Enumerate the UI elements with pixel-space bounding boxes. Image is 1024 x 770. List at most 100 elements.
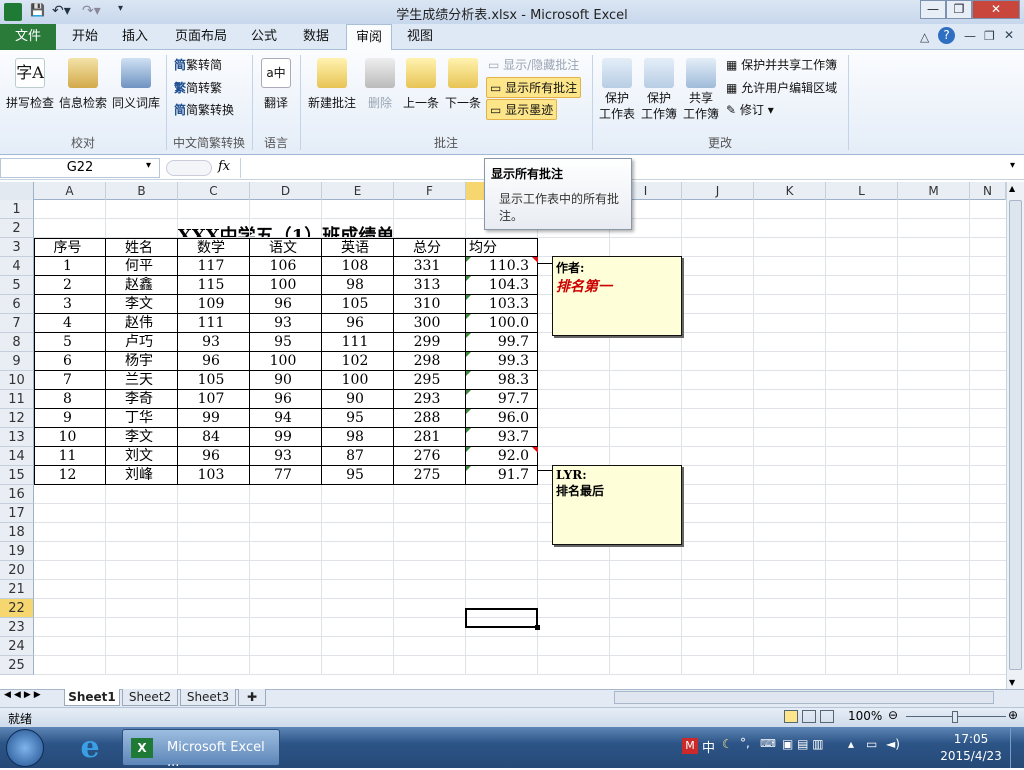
column-header-c[interactable]: C	[178, 182, 250, 200]
table-cell[interactable]: 108	[322, 257, 394, 276]
table-cell[interactable]: 卢巧	[106, 333, 178, 352]
table-cell[interactable]: 93	[250, 314, 322, 333]
table-cell[interactable]: 293	[394, 390, 466, 409]
table-header-cell[interactable]: 姓名	[106, 238, 178, 257]
tab-data[interactable]: 数据	[296, 24, 336, 50]
table-cell[interactable]: 115	[178, 276, 250, 295]
row-header-4[interactable]: 4	[0, 257, 34, 276]
table-cell[interactable]: 98.3	[466, 371, 538, 390]
zoom-level[interactable]: 100%	[848, 709, 882, 723]
doc-minimize-icon[interactable]: —	[964, 29, 976, 43]
table-cell[interactable]: 99	[178, 409, 250, 428]
column-header-j[interactable]: J	[682, 182, 754, 200]
table-cell[interactable]: 298	[394, 352, 466, 371]
table-cell[interactable]: 93	[250, 447, 322, 466]
keyboard-icon[interactable]: ⌨	[760, 737, 776, 750]
tab-view[interactable]: 视图	[400, 24, 440, 50]
table-cell[interactable]: 10	[34, 428, 106, 447]
table-cell[interactable]: 313	[394, 276, 466, 295]
row-header-18[interactable]: 18	[0, 523, 34, 542]
taskbar-excel-button[interactable]: X Microsoft Excel ...	[122, 729, 280, 770]
table-cell[interactable]: 95	[322, 466, 394, 485]
row-header-23[interactable]: 23	[0, 618, 34, 637]
table-cell[interactable]: 281	[394, 428, 466, 447]
table-header-cell[interactable]: 数学	[178, 238, 250, 257]
table-cell[interactable]: 7	[34, 371, 106, 390]
row-header-25[interactable]: 25	[0, 656, 34, 675]
tab-review[interactable]: 审阅	[346, 24, 392, 51]
normal-view-icon[interactable]	[784, 710, 798, 723]
select-all-button[interactable]	[0, 182, 34, 200]
table-cell[interactable]: 100	[322, 371, 394, 390]
row-header-10[interactable]: 10	[0, 371, 34, 390]
column-header-a[interactable]: A	[34, 182, 106, 200]
table-cell[interactable]: 1	[34, 257, 106, 276]
column-header-n[interactable]: N	[970, 182, 1006, 200]
network-icon[interactable]: ▭	[866, 737, 877, 751]
table-cell[interactable]: 4	[34, 314, 106, 333]
table-cell[interactable]: 104.3	[466, 276, 538, 295]
save-icon[interactable]: 💾	[30, 3, 45, 21]
row-header-6[interactable]: 6	[0, 295, 34, 314]
tab-insert[interactable]: 插入	[112, 24, 158, 50]
zoom-in-icon[interactable]: ⊕	[1008, 708, 1018, 722]
table-header-cell[interactable]: 序号	[34, 238, 106, 257]
table-cell[interactable]: 96	[178, 447, 250, 466]
table-cell[interactable]: 105	[322, 295, 394, 314]
share-workbook-button[interactable]: 共享 工作簿	[680, 58, 722, 122]
horizontal-scrollbar[interactable]	[614, 691, 994, 704]
table-cell[interactable]: 刘文	[106, 447, 178, 466]
redo-icon[interactable]: ↷▾	[82, 3, 101, 21]
table-cell[interactable]: 100.0	[466, 314, 538, 333]
volume-icon[interactable]: ◄)	[886, 737, 900, 751]
table-cell[interactable]: 94	[250, 409, 322, 428]
table-cell[interactable]: 赵伟	[106, 314, 178, 333]
table-cell[interactable]: 96	[250, 390, 322, 409]
table-cell[interactable]: 331	[394, 257, 466, 276]
previous-comment-button[interactable]: 上一条	[400, 58, 442, 111]
column-header-e[interactable]: E	[322, 182, 394, 200]
table-cell[interactable]: 李文	[106, 295, 178, 314]
table-cell[interactable]: 丁华	[106, 409, 178, 428]
column-header-b[interactable]: B	[106, 182, 178, 200]
punctuation-icon[interactable]: °,	[740, 736, 750, 750]
show-hidden-icons-icon[interactable]: ▴	[848, 737, 854, 751]
table-cell[interactable]: 兰天	[106, 371, 178, 390]
table-cell[interactable]: 288	[394, 409, 466, 428]
tab-formulas[interactable]: 公式	[244, 24, 284, 50]
protect-workbook-button[interactable]: 保护 工作簿	[638, 58, 680, 122]
table-cell[interactable]: 110.3	[466, 257, 538, 276]
table-cell[interactable]: 99.7	[466, 333, 538, 352]
table-cell[interactable]: 11	[34, 447, 106, 466]
sheet-nav-icon[interactable]: ◀◀▶▶	[4, 690, 44, 700]
table-cell[interactable]: 赵鑫	[106, 276, 178, 295]
scroll-thumb[interactable]	[1009, 200, 1022, 670]
active-cell-g22[interactable]	[465, 608, 538, 628]
table-cell[interactable]: 12	[34, 466, 106, 485]
table-cell[interactable]: 98	[322, 428, 394, 447]
table-header-cell[interactable]: 总分	[394, 238, 466, 257]
undo-icon[interactable]: ↶▾	[52, 3, 71, 21]
row-header-19[interactable]: 19	[0, 542, 34, 561]
row-header-21[interactable]: 21	[0, 580, 34, 599]
insert-function-icon[interactable]: fx	[218, 159, 230, 174]
scroll-up-icon[interactable]: ▲	[1009, 184, 1015, 193]
table-cell[interactable]: 90	[250, 371, 322, 390]
research-button[interactable]: 信息检索	[58, 58, 108, 111]
table-cell[interactable]: 299	[394, 333, 466, 352]
table-cell[interactable]: 3	[34, 295, 106, 314]
table-cell[interactable]: 84	[178, 428, 250, 447]
table-header-cell[interactable]: 均分	[466, 238, 538, 257]
table-cell[interactable]: 92.0	[466, 447, 538, 466]
simp-to-trad-button[interactable]: 繁简转繁	[174, 79, 222, 96]
table-cell[interactable]: 310	[394, 295, 466, 314]
column-header-m[interactable]: M	[898, 182, 970, 200]
table-cell[interactable]: 107	[178, 390, 250, 409]
allow-edit-ranges-button[interactable]: ▦ 允许用户编辑区域	[726, 79, 837, 96]
ime-mode[interactable]: 中	[702, 737, 715, 756]
delete-comment-button[interactable]: 删除	[362, 58, 398, 111]
row-header-13[interactable]: 13	[0, 428, 34, 447]
maximize-button[interactable]: ❐	[946, 0, 972, 19]
new-comment-button[interactable]: 新建批注	[304, 58, 360, 111]
table-cell[interactable]: 96	[250, 295, 322, 314]
